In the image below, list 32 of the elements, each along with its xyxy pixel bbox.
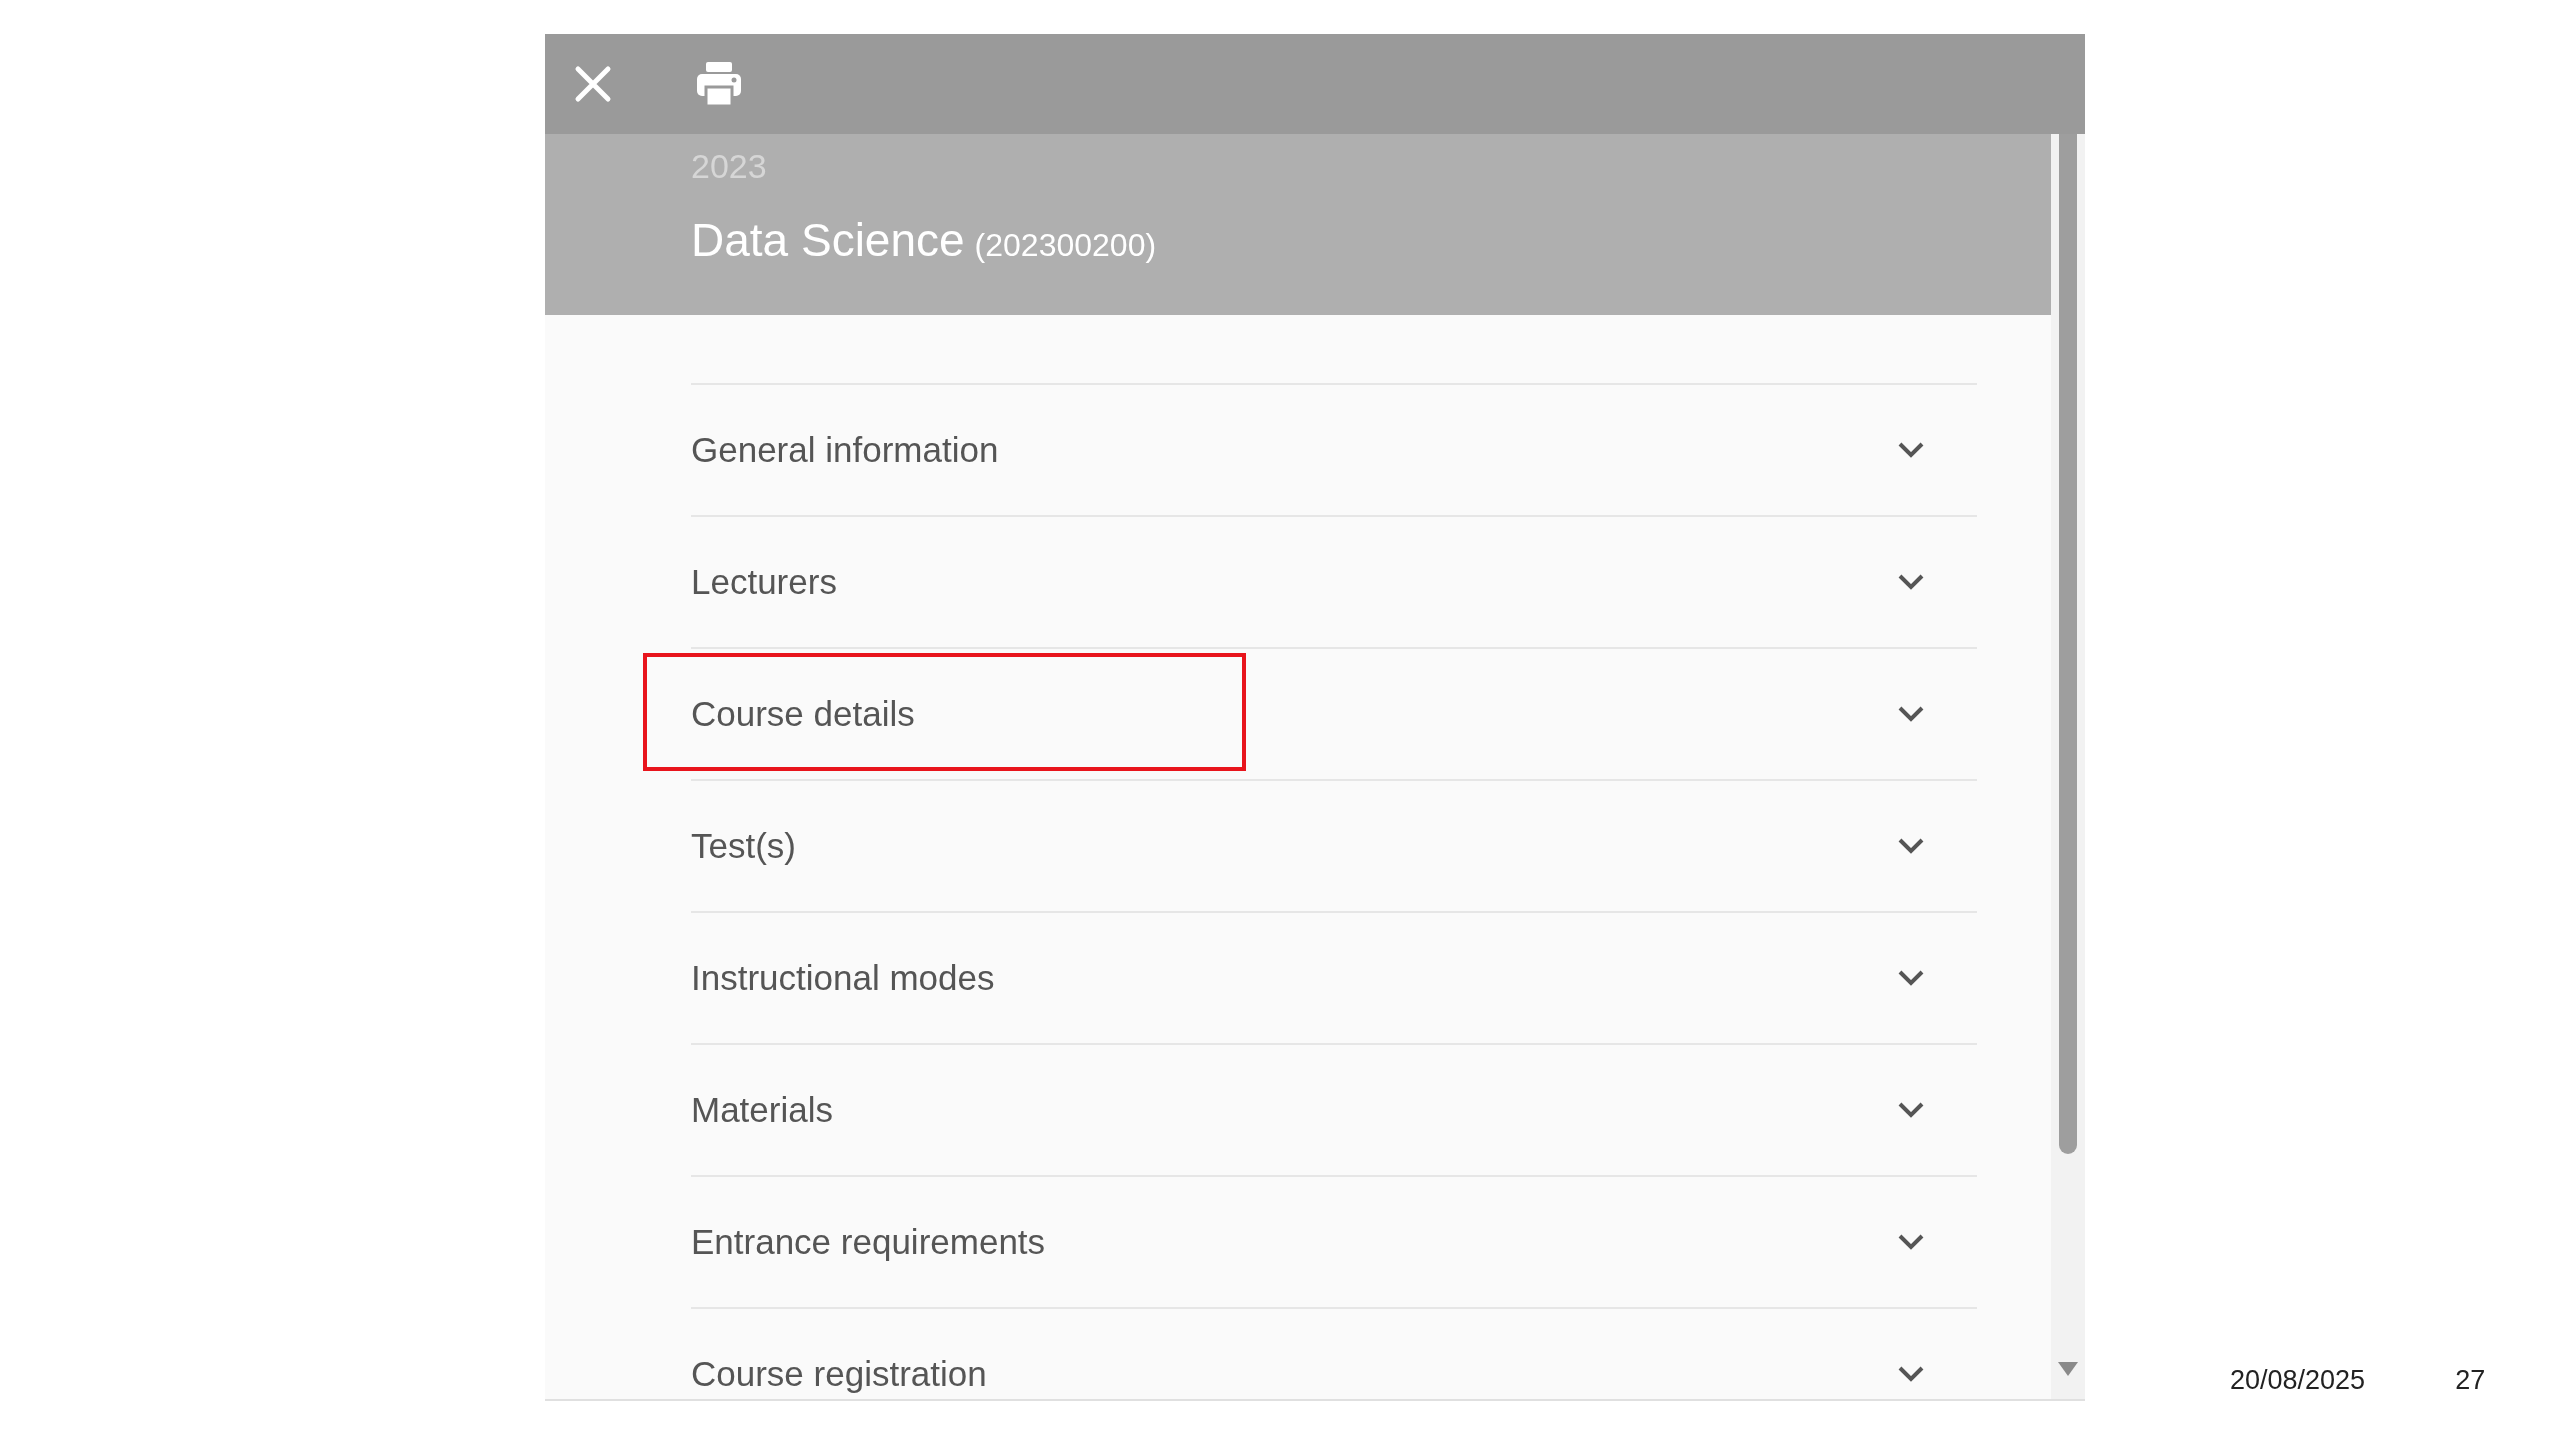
chevron-down-icon xyxy=(1897,1233,1925,1251)
accordion-row[interactable]: Lecturers xyxy=(691,515,1977,647)
chevron-down-icon xyxy=(1897,705,1925,723)
accordion-row[interactable]: Entrance requirements xyxy=(691,1175,1977,1307)
program-title: Data Science xyxy=(691,213,965,268)
program-code: (202300200) xyxy=(974,226,1157,265)
scroll-down-icon[interactable] xyxy=(2057,1361,2079,1377)
accordion-row[interactable]: Instructional modes xyxy=(691,911,1977,1043)
chevron-down-icon xyxy=(1897,573,1925,591)
section-label: Instructional modes xyxy=(691,956,995,999)
chevron-down-icon xyxy=(1897,1101,1925,1119)
chevron-down-icon xyxy=(1897,969,1925,987)
section-label: Course registration xyxy=(691,1352,987,1395)
slide-date: 20/08/2025 xyxy=(2230,1364,2366,1397)
accordion-row[interactable]: General information xyxy=(691,383,1977,515)
close-icon xyxy=(573,64,613,104)
chevron-down-icon xyxy=(1897,1365,1925,1383)
section-label: Entrance requirements xyxy=(691,1220,1046,1263)
section-label: Lecturers xyxy=(691,560,837,603)
accordion-row[interactable]: Test(s) xyxy=(691,779,1977,911)
chevron-down-icon xyxy=(1897,837,1925,855)
accordion-row[interactable]: Course details xyxy=(691,647,1977,779)
chevron-down-icon xyxy=(1897,441,1925,459)
slide-number: 27 xyxy=(2455,1364,2486,1397)
section-label: Materials xyxy=(691,1088,833,1131)
section-label: General information xyxy=(691,428,999,471)
section-label: Course details xyxy=(691,692,915,735)
section-label: Test(s) xyxy=(691,824,796,867)
accordion-row[interactable]: Course registration xyxy=(691,1307,1977,1399)
scrollbar[interactable] xyxy=(2051,134,2085,1399)
scrollbar-thumb[interactable] xyxy=(2059,134,2077,1154)
accordion-row[interactable]: Materials xyxy=(691,1043,1977,1175)
